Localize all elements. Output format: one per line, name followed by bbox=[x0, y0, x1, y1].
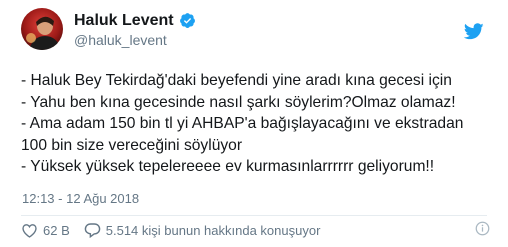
like-count: 62 B bbox=[43, 222, 70, 238]
speech-bubble-icon bbox=[84, 222, 101, 238]
tweet-actions: 62 B 5.514 kişi bunun hakkında konuşuyor bbox=[21, 217, 490, 243]
twitter-bird-icon[interactable] bbox=[463, 23, 484, 40]
tweet-text: - Haluk Bey Tekirdağ'daki beyefendi yine… bbox=[21, 72, 464, 176]
verified-badge-icon bbox=[179, 12, 196, 29]
user-avatar[interactable] bbox=[21, 8, 63, 50]
user-handle[interactable]: @haluk_levent bbox=[74, 32, 196, 48]
conversation-link[interactable]: 5.514 kişi bunun hakkında konuşuyor bbox=[84, 222, 321, 238]
info-icon[interactable] bbox=[475, 221, 490, 239]
conversation-text: 5.514 kişi bunun hakkında konuşuyor bbox=[105, 222, 321, 238]
tweet-timestamp[interactable]: 12:13 - 12 Ağu 2018 bbox=[22, 191, 139, 206]
divider bbox=[21, 215, 487, 216]
display-name[interactable]: Haluk Levent bbox=[74, 12, 174, 30]
embedded-tweet-card: Haluk Levent @haluk_levent - Haluk Bey T… bbox=[0, 0, 508, 247]
heart-icon bbox=[21, 223, 38, 238]
user-info: Haluk Levent @haluk_levent bbox=[74, 11, 196, 48]
like-button[interactable]: 62 B bbox=[21, 223, 70, 238]
